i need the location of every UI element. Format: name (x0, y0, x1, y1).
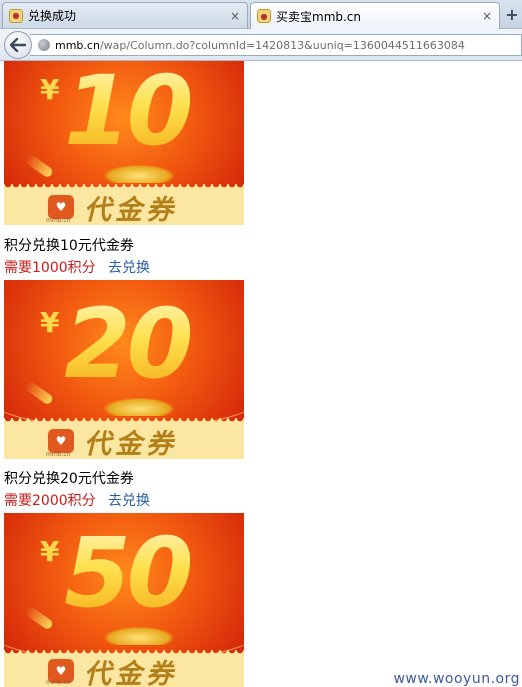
close-tab-icon[interactable]: × (228, 9, 242, 23)
url-domain: mmb.cn (55, 38, 100, 52)
site-favicon-icon: ● (9, 8, 23, 23)
tab-bar: ● 兑换成功 × ● 买卖宝mmb.cn × + (0, 0, 522, 29)
yen-symbol: ¥ (40, 306, 60, 339)
logo-text: mmb.cn (46, 679, 71, 686)
navigation-bar: mmb.cn /wap/Column.do?columnId=1420813&u… (0, 29, 522, 61)
mmb-logo-icon: ♥ (48, 429, 74, 453)
yen-symbol: ¥ (40, 535, 60, 568)
coupon-image-20[interactable]: ¥ 20 ♥ mmb.cn 代金券 (4, 280, 244, 459)
tab-exchange-success[interactable]: ● 兑换成功 × (2, 2, 248, 28)
tab-mmb[interactable]: ● 买卖宝mmb.cn × (250, 2, 500, 29)
coupon-ticket-strip: ♥ mmb.cn 代金券 (4, 418, 244, 460)
gold-coins-icon (104, 165, 174, 183)
redeem-link[interactable]: 去兑换 (108, 257, 150, 277)
tab-title: 买卖宝mmb.cn (276, 9, 362, 24)
coupon-title: 积分兑换20元代金券 (4, 471, 134, 487)
logo-text: mmb.cn (46, 217, 71, 224)
new-tab-button[interactable]: + (503, 4, 521, 26)
tab-title: 兑换成功 (28, 9, 77, 23)
coupon-cost: 需要1000积分 (4, 260, 96, 276)
page-content: ¥ 10 ♥ mmb.cn 代金券 积分兑换10元代金券 需要1000积分 去兑… (0, 61, 522, 687)
address-bar[interactable]: mmb.cn /wap/Column.do?columnId=1420813&u… (30, 34, 522, 56)
coupon-ticket-strip: ♥ mmb.cn 代金券 (4, 650, 244, 687)
logo-text: mmb.cn (46, 451, 71, 458)
url-path: /wap/Column.do?columnId=1420813&uuniq=13… (99, 38, 465, 52)
close-tab-icon[interactable]: × (480, 9, 494, 23)
coupon-cost: 需要2000积分 (4, 493, 96, 509)
gold-coins-icon (104, 398, 174, 416)
coupon-amount: 20 (64, 288, 194, 400)
coupon-image-10[interactable]: ¥ 10 ♥ mmb.cn 代金券 (4, 61, 244, 225)
back-button[interactable] (4, 31, 32, 59)
coupon-amount: 50 (64, 517, 194, 629)
coupon-title: 积分兑换10元代金券 (4, 238, 134, 254)
coupon-label: 代金券 (84, 194, 177, 226)
back-arrow-icon (10, 38, 26, 52)
watermark-text: www.wooyun.org (393, 671, 520, 687)
coupon-label: 代金券 (84, 658, 177, 687)
site-favicon-icon: ● (257, 9, 271, 23)
mmb-logo-icon: ♥ (48, 195, 74, 219)
globe-icon (38, 39, 50, 51)
coupon-ticket-strip: ♥ mmb.cn 代金券 (4, 184, 244, 226)
coupon-label: 代金券 (84, 428, 177, 460)
gold-coins-icon (104, 627, 174, 645)
coupon-image-50[interactable]: ¥ 50 ♥ mmb.cn 代金券 (4, 513, 244, 687)
coupon-amount: 10 (64, 61, 194, 167)
yen-symbol: ¥ (40, 73, 60, 106)
redeem-link[interactable]: 去兑换 (108, 490, 150, 510)
